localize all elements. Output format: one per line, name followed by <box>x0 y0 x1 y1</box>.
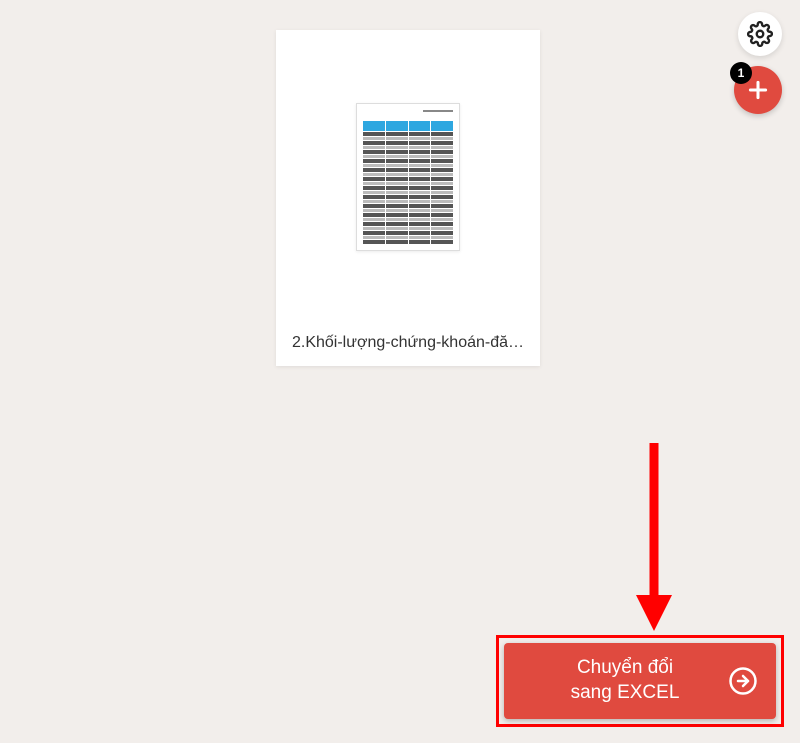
add-badge: 1 <box>730 62 752 84</box>
add-button[interactable]: 1 <box>734 66 782 114</box>
file-name-label: 2.Khối-lượng-chứng-khoán-đă… <box>276 324 540 366</box>
arrow-right-circle-icon <box>728 666 758 696</box>
convert-button-label: Chuyển đổisang EXCEL <box>522 656 728 705</box>
plus-icon <box>745 77 771 103</box>
settings-button[interactable] <box>738 12 782 56</box>
convert-button[interactable]: Chuyển đổisang EXCEL <box>504 643 776 719</box>
file-thumbnail <box>276 30 540 324</box>
file-card[interactable]: 2.Khối-lượng-chứng-khoán-đă… <box>276 30 540 366</box>
arrow-down-annotation <box>632 443 676 631</box>
convert-highlight-box: Chuyển đổisang EXCEL <box>496 635 784 727</box>
gear-icon <box>747 21 773 47</box>
